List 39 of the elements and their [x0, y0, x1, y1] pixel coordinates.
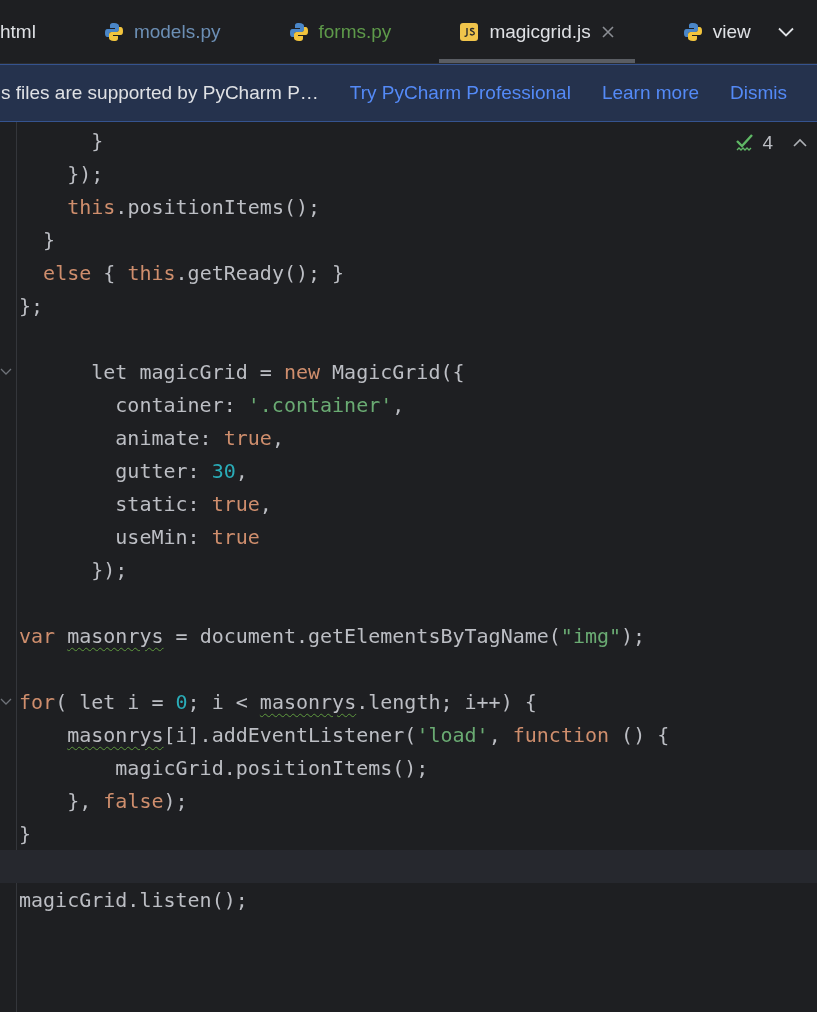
code-line: } [42, 227, 56, 252]
banner-link[interactable]: Try PyCharm Professional [349, 82, 571, 104]
inspection-count[interactable]: 4 [762, 132, 773, 154]
code-line: }); [66, 161, 104, 186]
code-line: magicGrid.positionItems(); [114, 755, 429, 780]
code-line: let magicGrid = new MagicGrid({ [90, 359, 465, 384]
code-line: for( let i = 0; i < masonrys.length; i++) { [19, 689, 537, 714]
code-line: } [90, 128, 104, 153]
file-tab[interactable]: html [0, 0, 56, 63]
code-line: } [19, 821, 32, 846]
code-line: magicGrid.listen(); [19, 887, 248, 912]
check-icon [736, 134, 755, 152]
python-file-icon [288, 21, 309, 42]
code-line: this.positionItems(); [66, 194, 321, 219]
code-line: masonrys[i].addEventListener('load', function () { [66, 722, 670, 747]
banner-link[interactable]: Dismis [730, 82, 788, 104]
code-line: else { this.getReady(); } [42, 260, 345, 285]
code-line: animate: true, [114, 425, 284, 450]
code-line: }; [19, 293, 44, 318]
file-tab[interactable]: view [662, 0, 755, 63]
code-line: container: '.container', [114, 392, 405, 417]
python-file-icon [682, 21, 703, 42]
fold-icon[interactable] [0, 697, 12, 706]
chevron-down-icon[interactable] [778, 26, 794, 37]
fold-icon[interactable] [0, 367, 12, 376]
code-line: }); [90, 557, 128, 582]
code-line: useMin: true [114, 524, 260, 549]
file-tab[interactable]: forms.py [268, 0, 412, 63]
python-file-icon [103, 21, 124, 42]
close-icon[interactable] [600, 24, 615, 39]
js-file-icon [459, 21, 480, 42]
file-tab[interactable]: models.py [83, 0, 241, 63]
code-line: var masonrys = document.getElementsByTagName("img"); [19, 623, 646, 648]
chevron-up-icon[interactable] [793, 138, 807, 148]
code-line: gutter: 30, [114, 458, 248, 483]
code-line: static: true, [114, 491, 272, 516]
banner-message: s files are supported by PyCharm P… [1, 82, 319, 104]
code-line: }, false); [66, 788, 188, 813]
banner-link[interactable]: Learn more [601, 82, 700, 104]
